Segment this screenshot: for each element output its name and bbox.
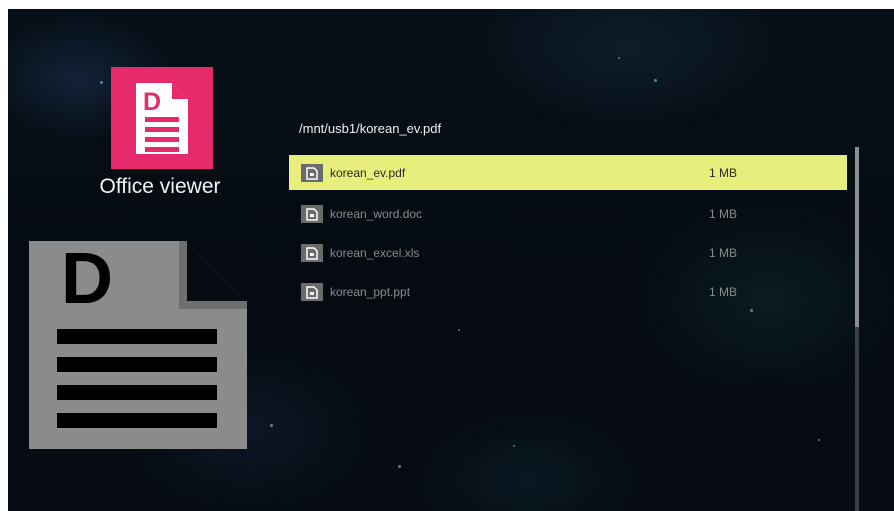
file-list-scrollbar[interactable] bbox=[855, 147, 859, 511]
file-row-korean-excel-xls[interactable]: korean_excel.xls 1 MB bbox=[289, 233, 847, 272]
background-star bbox=[618, 57, 620, 59]
file-icon bbox=[301, 243, 323, 262]
file-name: korean_excel.xls bbox=[330, 245, 420, 260]
file-row-korean-ev-pdf[interactable]: korean_ev.pdf 1 MB bbox=[289, 155, 847, 190]
current-path: /mnt/usb1/korean_ev.pdf bbox=[299, 121, 442, 136]
file-icon bbox=[301, 163, 323, 182]
file-name: korean_word.doc bbox=[330, 206, 423, 221]
background-star bbox=[398, 465, 401, 468]
background-star bbox=[458, 329, 460, 331]
file-size: 1 MB bbox=[709, 165, 738, 180]
file-size: 1 MB bbox=[709, 284, 738, 299]
file-name: korean_ppt.ppt bbox=[330, 284, 411, 299]
document-icon: D bbox=[136, 83, 188, 154]
file-row-korean-word-doc[interactable]: korean_word.doc 1 MB bbox=[289, 194, 847, 233]
background-star bbox=[818, 439, 820, 441]
large-document-icon: D bbox=[29, 241, 247, 449]
background-star bbox=[270, 424, 273, 427]
file-icon bbox=[301, 204, 323, 223]
large-document-icon-letter: D bbox=[61, 241, 113, 319]
background-star bbox=[100, 81, 103, 84]
file-icon bbox=[301, 282, 323, 301]
file-row-korean-ppt-ppt[interactable]: korean_ppt.ppt 1 MB bbox=[289, 272, 847, 311]
scrollbar-thumb[interactable] bbox=[855, 147, 859, 327]
app-title: Office viewer bbox=[99, 175, 221, 198]
file-list: korean_ev.pdf 1 MB korean_word.doc 1 MB … bbox=[289, 155, 847, 311]
background-star bbox=[513, 445, 515, 447]
office-viewer-app-icon: D bbox=[111, 67, 213, 169]
background-star bbox=[654, 79, 657, 82]
document-icon-letter: D bbox=[143, 88, 161, 116]
file-name: korean_ev.pdf bbox=[330, 165, 406, 180]
file-size: 1 MB bbox=[709, 245, 738, 260]
file-size: 1 MB bbox=[709, 206, 738, 221]
office-viewer-screen: D Office viewer D /mnt/usb1/korean_ev.pd… bbox=[8, 9, 894, 511]
